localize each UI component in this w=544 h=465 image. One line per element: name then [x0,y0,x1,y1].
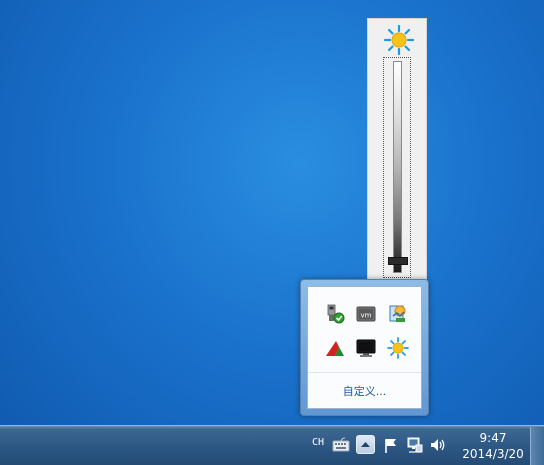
vmware-icon[interactable]: vm [355,303,377,325]
show-hidden-icons-button[interactable] [356,435,375,454]
clock-date: 2014/3/20 [462,447,524,461]
action-center-flag-icon[interactable] [382,436,400,454]
brightness-track[interactable] [393,61,402,273]
volume-icon[interactable] [429,436,447,454]
keyboard-icon[interactable] [332,436,350,454]
customize-link[interactable]: 自定义... [308,373,421,408]
system-clock[interactable]: 9:47 2014/3/20 [458,430,528,462]
chevron-up-icon [361,442,370,447]
sun-icon [384,25,414,55]
brightness-sun-icon[interactable] [387,337,409,359]
network-tool-icon[interactable] [387,303,409,325]
desktop[interactable] [0,0,544,425]
clock-time: 9:47 [479,431,507,445]
brightness-thumb[interactable] [388,256,408,265]
show-desktop-button[interactable] [530,427,544,465]
safely-remove-usb-icon[interactable] [324,303,346,325]
overflow-icon-grid: vm [308,287,421,373]
network-icon[interactable] [406,436,424,454]
monitor-icon[interactable] [355,337,377,359]
brightness-popup [367,18,427,280]
red-arrow-app-icon[interactable] [324,337,346,359]
brightness-slider[interactable] [383,57,411,278]
notification-overflow-popup: vm 自定义... [300,279,429,416]
svg-text:vm: vm [361,312,372,320]
taskbar: CH 9:47 2014/3/20 [0,425,544,465]
language-indicator[interactable]: CH [312,437,324,448]
overflow-panel: vm 自定义... [307,286,422,409]
